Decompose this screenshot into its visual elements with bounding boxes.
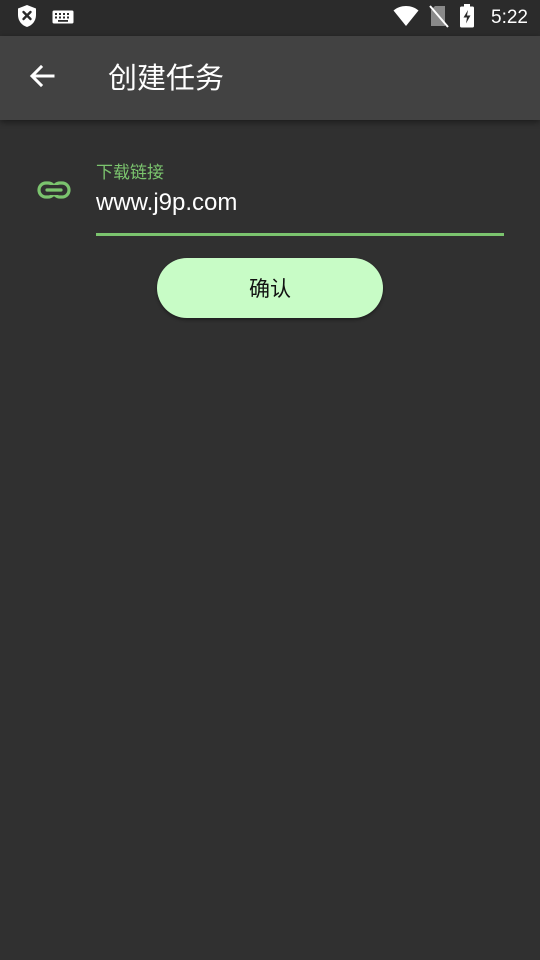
no-sim-icon: [429, 4, 449, 32]
status-bar: 5:22: [0, 0, 540, 36]
confirm-button[interactable]: 确认: [157, 258, 383, 318]
download-link-field: 下载链接: [96, 156, 504, 236]
arrow-left-icon: [28, 62, 56, 94]
status-bar-left: [16, 4, 74, 32]
status-time: 5:22: [491, 7, 528, 28]
input-underline: [96, 233, 504, 236]
keyboard-icon: [52, 9, 74, 28]
app-bar: 创建任务: [0, 36, 540, 120]
download-link-input[interactable]: [96, 186, 504, 220]
page-title: 创建任务: [108, 61, 225, 95]
status-bar-right: 5:22: [393, 4, 528, 32]
download-link-label: 下载链接: [96, 163, 164, 183]
back-button[interactable]: [20, 58, 64, 98]
battery-charging-icon: [459, 4, 475, 32]
shield-x-icon: [16, 4, 38, 32]
wifi-icon: [393, 5, 419, 31]
link-icon: [36, 176, 72, 204]
